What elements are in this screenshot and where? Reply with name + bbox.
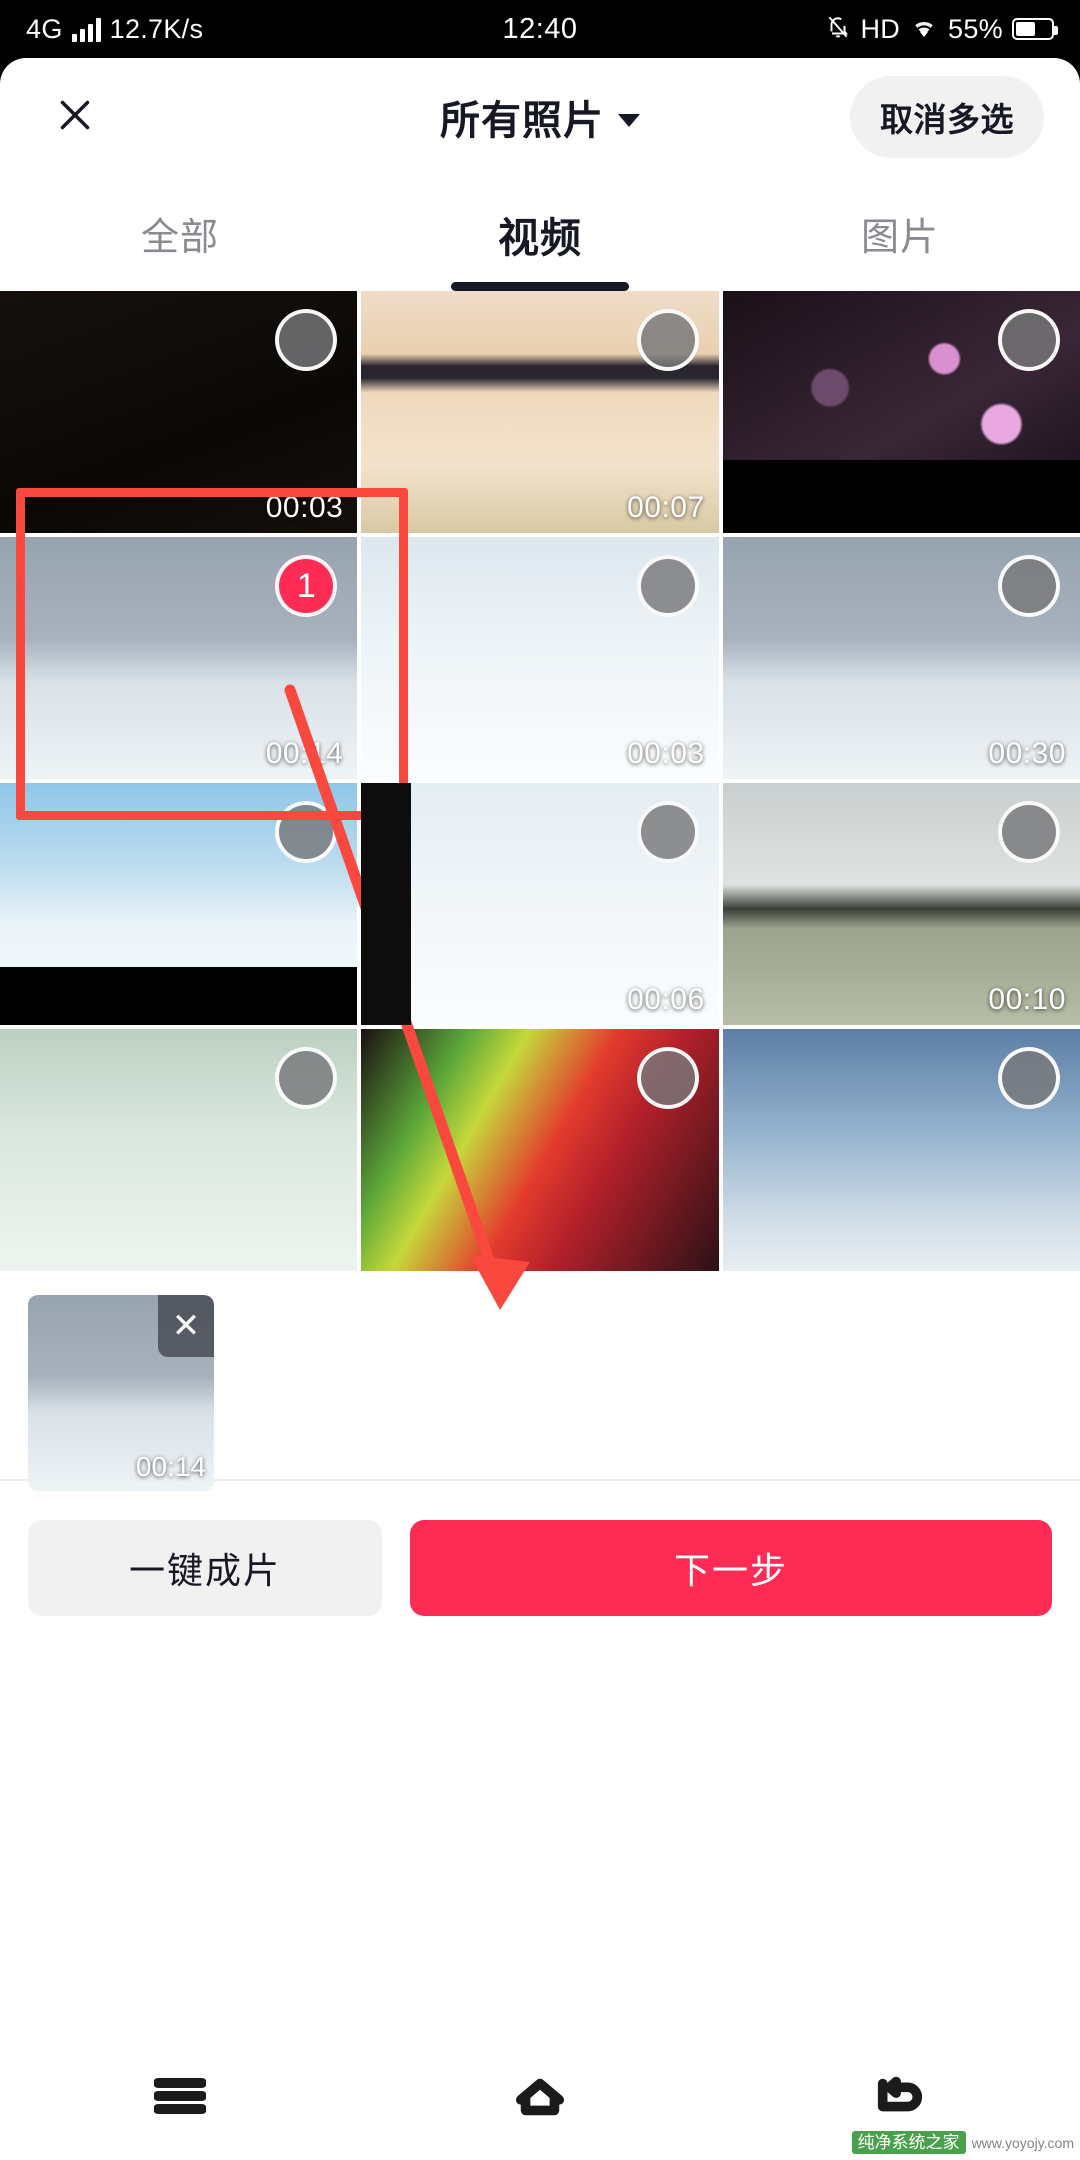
tab-bar: 全部 视频 图片 — [0, 176, 1080, 291]
duration-label: 00:03 — [627, 737, 705, 770]
select-circle[interactable] — [998, 309, 1060, 371]
back-button[interactable] — [840, 2058, 960, 2138]
tab-all-label: 全部 — [140, 217, 219, 259]
chevron-down-icon — [618, 113, 640, 127]
watermark-url: www.yoyojy.com — [971, 2134, 1074, 2151]
remove-clip-button[interactable]: ✕ — [158, 1295, 214, 1357]
duration-label: 00:10 — [988, 983, 1066, 1016]
site-watermark: 纯净系统之家 www.yoyojy.com — [851, 2131, 1074, 2154]
next-step-button[interactable]: 下一步 — [410, 1519, 1052, 1616]
duration-label: 00:14 — [265, 737, 344, 770]
select-circle[interactable] — [998, 555, 1060, 617]
media-cell[interactable]: 00:03 — [0, 783, 358, 1025]
select-circle[interactable]: 1 — [275, 555, 338, 617]
media-cell[interactable] — [0, 1029, 358, 1271]
media-cell[interactable]: 00:30 — [722, 537, 1080, 779]
page-title: 所有照片 — [440, 99, 604, 143]
select-badge-number: 1 — [296, 567, 316, 605]
clock-label: 12:40 — [502, 12, 578, 45]
media-cell[interactable]: 00:07 — [361, 291, 719, 533]
watermark-brand: 纯净系统之家 — [851, 2131, 966, 2154]
action-bar: 一键成片 下一步 — [0, 1479, 1080, 1654]
tab-video[interactable]: 视频 — [360, 176, 720, 291]
media-cell[interactable]: 1 00:14 — [0, 537, 358, 779]
phone-screen: 4G 12.7K/s 12:40 HD 55% 所有照片 取消多选 全部 视频 … — [0, 0, 1080, 2160]
select-circle[interactable] — [275, 801, 338, 863]
auto-create-button[interactable]: 一键成片 — [28, 1519, 382, 1616]
duration-label: 00:06 — [627, 983, 705, 1016]
media-cell[interactable]: 00:03 — [361, 537, 719, 779]
duration-label: 00:03 — [265, 983, 344, 1016]
back-icon — [875, 2075, 925, 2122]
media-cell[interactable]: 00:06 — [361, 783, 719, 1025]
menu-icon — [153, 2075, 207, 2122]
recents-button[interactable] — [120, 2058, 240, 2138]
duration-label: 00:30 — [988, 737, 1066, 770]
tab-all[interactable]: 全部 — [0, 176, 360, 291]
select-circle[interactable] — [636, 309, 699, 371]
selected-clip-item[interactable]: ✕ 00:14 — [28, 1295, 214, 1491]
select-circle[interactable] — [636, 801, 699, 863]
status-bar: 4G 12.7K/s 12:40 HD 55% — [0, 0, 1080, 58]
duration-label: 00:07 — [627, 491, 705, 524]
tab-photo-label: 图片 — [860, 217, 939, 259]
select-circle[interactable] — [998, 801, 1060, 863]
gallery-picker-sheet: 所有照片 取消多选 全部 视频 图片 00:03 00:07 00:50 1 0… — [0, 58, 1080, 2036]
cancel-multiselect-button[interactable]: 取消多选 — [850, 76, 1044, 158]
media-grid: 00:03 00:07 00:50 1 00:14 00:03 00:30 00… — [0, 291, 1080, 1271]
select-circle[interactable] — [275, 1047, 338, 1109]
selected-clip-duration: 00:14 — [135, 1451, 206, 1482]
battery-icon — [1012, 18, 1058, 40]
media-cell[interactable]: 00:03 — [0, 291, 358, 533]
media-cell[interactable] — [722, 1029, 1080, 1271]
selection-tray: ✕ 00:14 — [0, 1271, 1080, 1491]
select-circle[interactable] — [636, 1047, 699, 1109]
duration-label: 00:50 — [988, 491, 1066, 524]
home-button[interactable] — [480, 2058, 600, 2138]
media-cell[interactable]: 00:50 — [722, 291, 1080, 533]
tab-video-label: 视频 — [498, 214, 582, 261]
duration-label: 00:03 — [265, 491, 344, 524]
home-icon — [515, 2075, 565, 2122]
media-cell[interactable] — [361, 1029, 719, 1271]
header-bar: 所有照片 取消多选 — [0, 58, 1080, 176]
select-circle[interactable] — [636, 555, 699, 617]
tab-photo[interactable]: 图片 — [720, 176, 1080, 291]
media-cell[interactable]: 00:10 — [722, 783, 1080, 1025]
select-circle[interactable] — [998, 1047, 1060, 1109]
select-circle[interactable] — [275, 309, 338, 371]
